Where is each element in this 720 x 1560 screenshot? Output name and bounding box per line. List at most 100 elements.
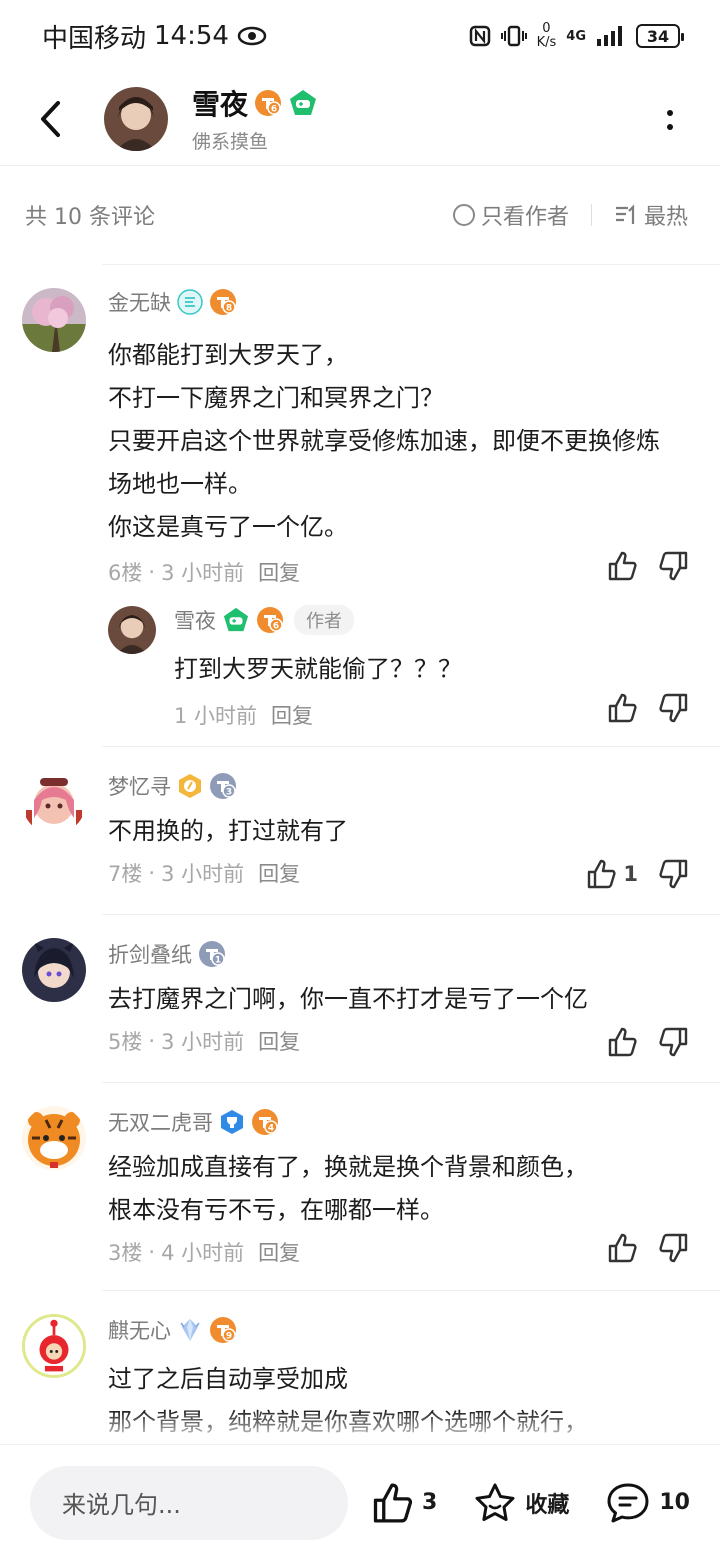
- post-header: 雪夜 6 佛系摸鱼: [0, 72, 720, 166]
- thumbs-up-icon: [608, 1233, 637, 1263]
- star-icon: [475, 1483, 515, 1521]
- thumbs-up-icon: [608, 551, 637, 581]
- dislike-button[interactable]: [658, 858, 690, 890]
- eye-icon: [237, 26, 267, 46]
- svg-text:8: 8: [226, 304, 232, 314]
- author-avatar[interactable]: [104, 86, 168, 151]
- dislike-button[interactable]: [658, 692, 690, 724]
- reply-button[interactable]: 回复: [258, 858, 300, 888]
- like-button[interactable]: [606, 1026, 638, 1058]
- level-badge: 1: [198, 940, 226, 968]
- thumbs-up-icon: [608, 693, 637, 723]
- user-name[interactable]: 折剑叠纸: [108, 939, 192, 969]
- user-name[interactable]: 无双二虎哥: [108, 1107, 213, 1137]
- comment-input-placeholder: 来说几句...: [62, 1491, 181, 1519]
- thumbs-down-icon: [659, 859, 688, 889]
- dislike-button[interactable]: [658, 1026, 690, 1058]
- gamepad-badge-icon: [223, 607, 249, 632]
- comment-text: 去打魔界之门啊，你一直不打才是亏了一个亿: [108, 985, 588, 1013]
- level-badge: 8: [209, 288, 237, 316]
- reply-button[interactable]: 回复: [258, 1237, 300, 1267]
- fade-overlay: [0, 1410, 720, 1444]
- reply-button[interactable]: 回复: [271, 700, 313, 730]
- bottom-action-bar: 来说几句... 3 收藏 10: [0, 1444, 720, 1560]
- thumbs-up-icon: [373, 1482, 413, 1523]
- reply-button[interactable]: 回复: [258, 557, 300, 587]
- sort-label: 最热: [643, 205, 688, 230]
- user-name[interactable]: 梦忆寻: [108, 771, 171, 801]
- divider: [102, 264, 720, 265]
- like-button[interactable]: 1: [585, 858, 638, 890]
- time-label: 1 小时前: [174, 704, 258, 728]
- level-badge: 3: [209, 772, 237, 800]
- user-avatar[interactable]: [22, 1106, 86, 1170]
- level-badge: 9: [209, 1316, 237, 1344]
- thumbs-down-icon: [659, 1027, 688, 1057]
- user-name[interactable]: 金无缺: [108, 287, 171, 317]
- comments-button[interactable]: 10: [605, 1481, 690, 1525]
- filter-divider: [590, 204, 592, 226]
- like-count: 1: [623, 862, 638, 886]
- comment-text: 不用换的，打过就有了: [108, 817, 348, 845]
- collect-button[interactable]: 收藏: [473, 1481, 569, 1525]
- divider: [102, 1082, 720, 1083]
- net-speed: 0 K/s: [536, 21, 557, 50]
- more-options-button[interactable]: [660, 102, 680, 138]
- radio-icon: [452, 204, 475, 226]
- sort-hot-button[interactable]: 最热: [614, 199, 688, 231]
- user-name[interactable]: 麒无心: [108, 1315, 171, 1345]
- crystal-badge-icon: [180, 1319, 200, 1341]
- only-author-filter[interactable]: 只看作者: [452, 199, 569, 231]
- thumbs-down-icon: [659, 693, 688, 723]
- user-avatar[interactable]: [22, 938, 86, 1002]
- user-avatar[interactable]: [22, 288, 86, 352]
- medal-badge-icon: [179, 774, 201, 798]
- dislike-button[interactable]: [658, 550, 690, 582]
- comment-bubble-icon: [607, 1483, 649, 1522]
- comments-count: 10: [659, 1490, 690, 1515]
- svg-text:9: 9: [226, 1332, 232, 1342]
- chevron-left-icon: [41, 100, 60, 137]
- post-like-count: 3: [422, 1490, 438, 1515]
- vibrate-icon: [500, 25, 527, 47]
- time-label: 3 小时前: [161, 561, 245, 585]
- thumbs-down-icon: [659, 1233, 688, 1263]
- author-tag: 作者: [294, 605, 354, 635]
- post-like-button[interactable]: 3: [370, 1481, 437, 1525]
- back-button[interactable]: [0, 72, 100, 166]
- user-avatar[interactable]: [22, 1314, 86, 1378]
- nfc-icon: [469, 25, 490, 47]
- divider: [102, 746, 720, 747]
- comment-input[interactable]: 来说几句...: [30, 1465, 348, 1540]
- svg-text:3: 3: [226, 788, 232, 798]
- reply-user-name[interactable]: 雪夜: [174, 605, 216, 635]
- like-button[interactable]: [606, 550, 638, 582]
- author-name[interactable]: 雪夜: [192, 83, 248, 123]
- level-badge: 6: [254, 89, 282, 117]
- level-number: 6: [271, 105, 277, 115]
- dislike-button[interactable]: [658, 1232, 690, 1264]
- time-label: 4 小时前: [161, 1241, 245, 1265]
- clock: 14:54: [154, 21, 229, 51]
- comment-meta: 5楼 · 3 小时前 回复: [108, 1021, 690, 1061]
- like-button[interactable]: [606, 692, 638, 724]
- user-avatar[interactable]: [22, 770, 86, 834]
- comment-meta: 6楼 · 3 小时前 回复: [108, 552, 690, 592]
- gamepad-badge-icon: [290, 90, 317, 115]
- time-label: 3 小时前: [161, 1030, 245, 1054]
- collect-label: 收藏: [525, 1492, 570, 1518]
- comment-meta: 3楼 · 4 小时前 回复: [108, 1232, 690, 1272]
- level-badge: 4: [251, 1108, 279, 1136]
- reply-button[interactable]: 回复: [258, 1026, 300, 1056]
- divider: [102, 1290, 720, 1291]
- thumbs-down-icon: [659, 551, 688, 581]
- network-type: 4G: [566, 28, 586, 44]
- trophy-badge-icon: [221, 1110, 243, 1134]
- comment-text: 你都能打到大罗天了， 不打一下魔界之门和冥界之门？ 只要开启这个世界就享受修炼加…: [108, 341, 660, 541]
- sort-icon: [615, 204, 635, 224]
- thumbs-up-icon: [608, 1027, 637, 1057]
- reply-avatar[interactable]: [108, 606, 156, 654]
- status-bar: 中国移动 14:54 0 K/s 4G 34: [0, 0, 720, 72]
- author-subtitle: 佛系摸鱼: [192, 131, 269, 153]
- like-button[interactable]: [606, 1232, 638, 1264]
